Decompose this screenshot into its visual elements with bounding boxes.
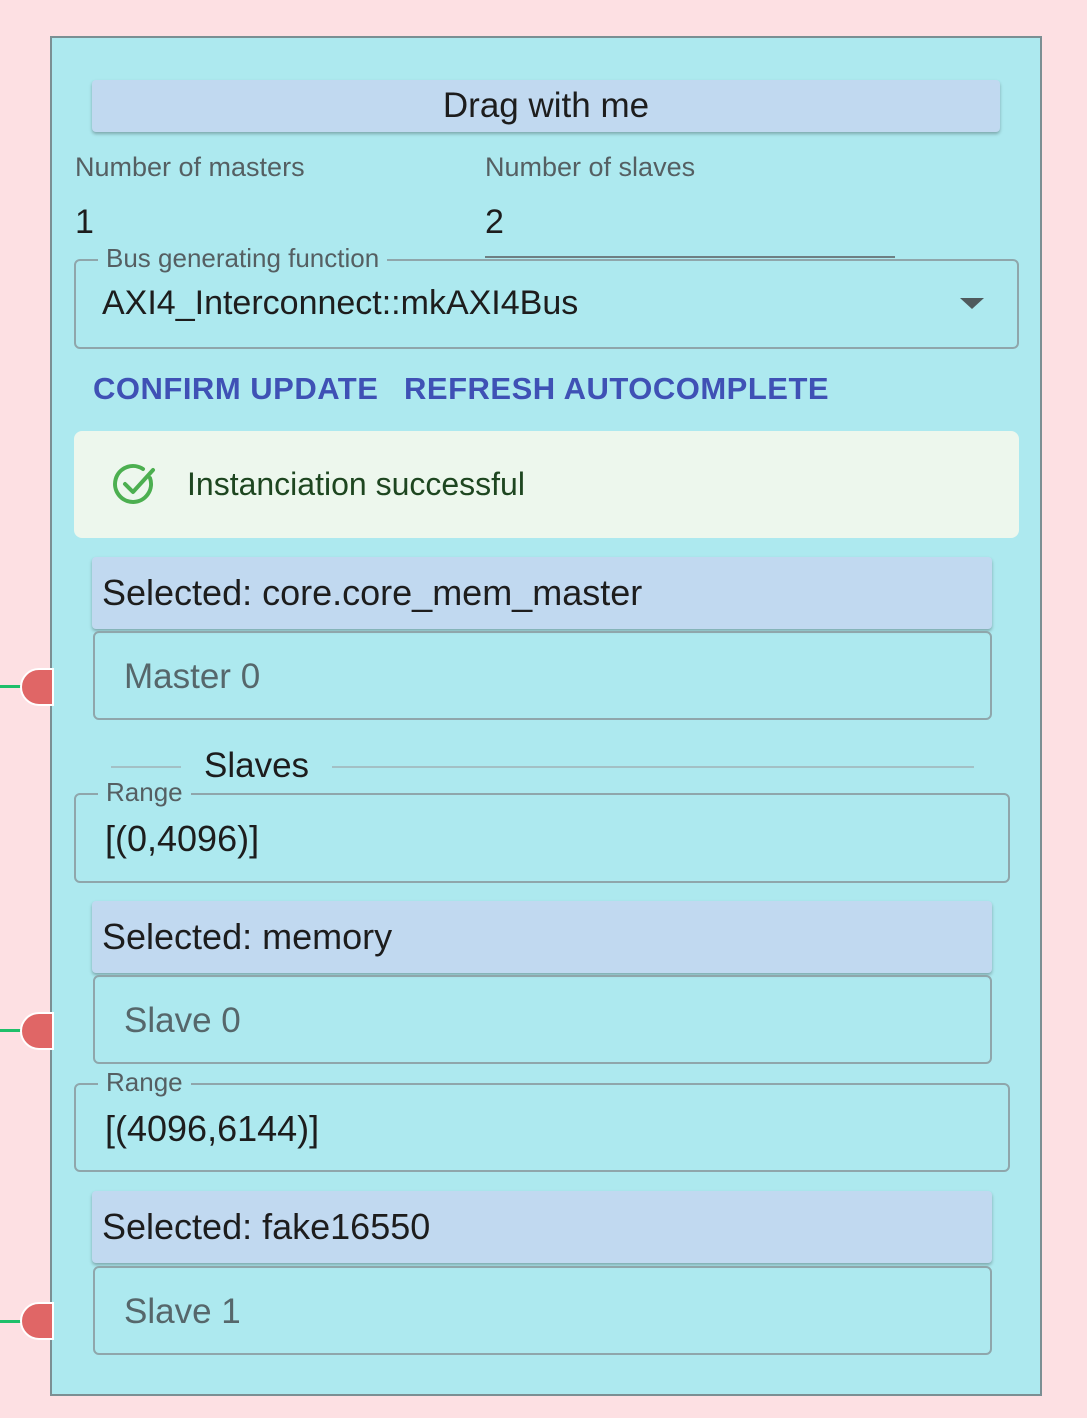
chevron-down-icon[interactable]: [960, 298, 984, 309]
slaves-divider-right: [332, 766, 974, 768]
alert-message: Instanciation successful: [187, 466, 525, 502]
slaves-count-underline: [485, 256, 895, 258]
bus-function-label: Bus generating function: [98, 243, 388, 274]
master-0-placeholder: Master 0: [124, 657, 261, 696]
master-selected-bar: Selected: core.core_mem_master: [92, 557, 992, 629]
connection-wire-slave-1: [0, 1320, 22, 1323]
slaves-count-label: Number of slaves: [485, 152, 696, 182]
slave-0-range-label: Range: [98, 777, 191, 808]
bus-function-value: AXI4_Interconnect::mkAXI4Bus: [102, 284, 579, 322]
check-circle-icon: [113, 463, 155, 504]
connection-wire-master: [0, 685, 22, 688]
masters-count-label: Number of masters: [75, 152, 305, 182]
slave-0-connection-handle[interactable]: [20, 1012, 54, 1050]
refresh-autocomplete-button[interactable]: REFRESH AUTOCOMPLETE: [404, 371, 829, 407]
slave-0-placeholder: Slave 0: [124, 1001, 241, 1040]
slaves-section-title: Slaves: [204, 746, 310, 785]
slave-1-placeholder: Slave 1: [124, 1292, 241, 1331]
slave-0-selected-bar: Selected: memory: [92, 901, 992, 973]
master-0-connection-handle[interactable]: [20, 668, 54, 706]
connection-wire-slave-0: [0, 1029, 22, 1032]
slave-0-range-value: [(0,4096)]: [105, 818, 260, 859]
slaves-divider-left: [111, 766, 181, 768]
drag-handle[interactable]: Drag with me: [92, 80, 1000, 132]
confirm-update-button[interactable]: CONFIRM UPDATE: [93, 371, 378, 407]
slaves-count-input[interactable]: 2: [485, 203, 504, 242]
slave-1-range-value: [(4096,6144)]: [105, 1108, 320, 1149]
slave-1-selected-bar: Selected: fake16550: [92, 1191, 992, 1263]
slave-1-range-label: Range: [98, 1067, 191, 1098]
masters-count-input[interactable]: 1: [75, 203, 94, 242]
slave-1-connection-handle[interactable]: [20, 1302, 54, 1340]
